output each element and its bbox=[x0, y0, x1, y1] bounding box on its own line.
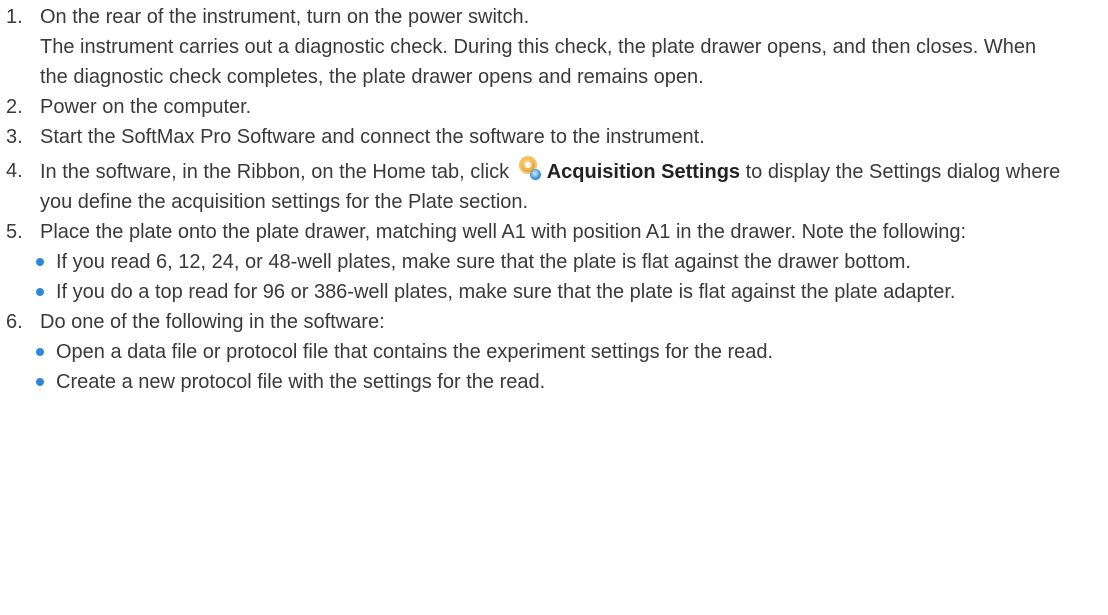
step-text: In the software, in the Ribbon, on the H… bbox=[40, 156, 1068, 217]
step-5-bullets: If you read 6, 12, 24, or 48-well plates… bbox=[0, 247, 1108, 307]
step-text: Power on the computer. bbox=[40, 96, 252, 118]
step-1: 1. On the rear of the instrument, turn o… bbox=[0, 2, 1108, 92]
step-note: The instrument carries out a diagnostic … bbox=[40, 36, 1037, 88]
step-number: 5. bbox=[6, 221, 23, 243]
step-text: Start the SoftMax Pro Software and conne… bbox=[40, 126, 705, 148]
step-5: 5. Place the plate onto the plate drawer… bbox=[0, 217, 1108, 247]
step-text-before: In the software, in the Ribbon, on the H… bbox=[40, 161, 510, 183]
step-number: 4. bbox=[6, 160, 23, 182]
step-number: 3. bbox=[6, 126, 23, 148]
bullet-text: If you do a top read for 96 or 386-well … bbox=[56, 281, 956, 303]
list-item: Create a new protocol file with the sett… bbox=[0, 367, 1092, 397]
bullet-text: If you read 6, 12, 24, or 48-well plates… bbox=[56, 251, 911, 273]
acquisition-settings-icon bbox=[517, 156, 543, 182]
acquisition-settings-label: Acquisition Settings bbox=[546, 161, 741, 183]
bullet-text: Create a new protocol file with the sett… bbox=[56, 371, 546, 393]
bullet-icon bbox=[36, 378, 44, 386]
step-3: 3. Start the SoftMax Pro Software and co… bbox=[0, 122, 1108, 152]
gear-small-icon bbox=[529, 169, 541, 180]
step-2: 2. Power on the computer. bbox=[0, 92, 1108, 122]
procedure-list: 1. On the rear of the instrument, turn o… bbox=[0, 0, 1108, 397]
step-6-bullets: Open a data file or protocol file that c… bbox=[0, 337, 1108, 397]
list-item: If you read 6, 12, 24, or 48-well plates… bbox=[0, 247, 1092, 277]
step-number: 1. bbox=[6, 6, 23, 28]
bullet-icon bbox=[36, 288, 44, 296]
step-4: 4. In the software, in the Ribbon, on th… bbox=[0, 156, 1108, 217]
step-number: 6. bbox=[6, 311, 23, 333]
bullet-icon bbox=[36, 348, 44, 356]
list-item: If you do a top read for 96 or 386-well … bbox=[0, 277, 1092, 307]
list-item: Open a data file or protocol file that c… bbox=[0, 337, 1092, 367]
step-text: On the rear of the instrument, turn on t… bbox=[40, 6, 530, 28]
bullet-text: Open a data file or protocol file that c… bbox=[56, 341, 774, 363]
step-text: Place the plate onto the plate drawer, m… bbox=[40, 221, 967, 243]
step-6: 6. Do one of the following in the softwa… bbox=[0, 307, 1108, 337]
step-number: 2. bbox=[6, 96, 23, 118]
bullet-icon bbox=[36, 258, 44, 266]
step-text: Do one of the following in the software: bbox=[40, 311, 385, 333]
